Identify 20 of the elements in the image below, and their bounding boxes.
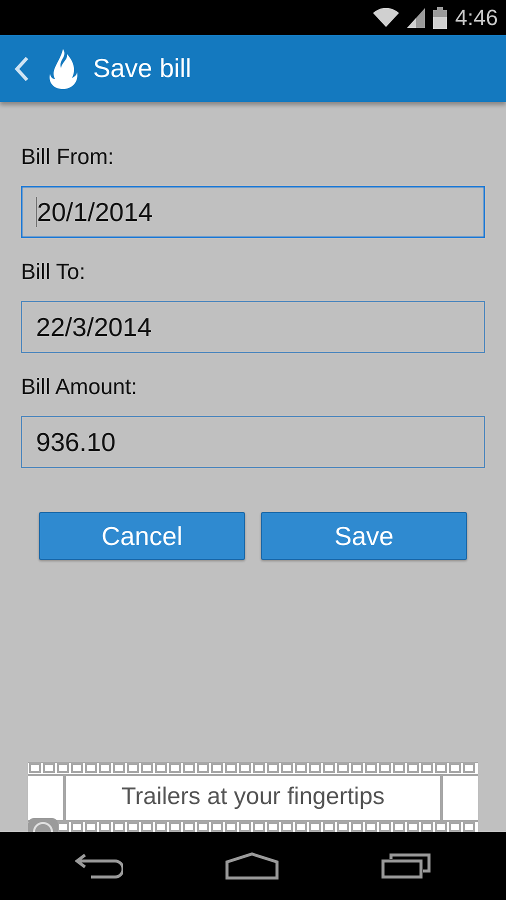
input-field[interactable]: 20/1/2014: [21, 186, 485, 238]
field-label: Bill To:: [21, 258, 86, 286]
action-button[interactable]: Save: [261, 512, 467, 560]
signal-icon: [407, 8, 426, 28]
action-button[interactable]: Cancel: [39, 512, 245, 560]
input-field[interactable]: 936.10: [21, 416, 485, 468]
field-label: Bill Amount:: [21, 373, 138, 401]
wifi-icon: [373, 8, 400, 28]
field-label: Bill From:: [21, 143, 115, 171]
recents-icon[interactable]: [381, 853, 431, 879]
flame-icon: [48, 48, 78, 90]
input-field[interactable]: 22/3/2014: [21, 301, 485, 353]
info-icon[interactable]: [28, 818, 58, 832]
clock-time: 4:46: [455, 6, 498, 28]
back-icon[interactable]: [75, 853, 123, 879]
screen-title: Save bill: [93, 52, 192, 85]
ad-text[interactable]: Trailers at your fingertips: [121, 779, 385, 815]
home-icon[interactable]: [225, 852, 279, 880]
battery-icon: [433, 6, 448, 28]
ad-banner[interactable]: Trailers at your fingertips: [28, 762, 478, 832]
